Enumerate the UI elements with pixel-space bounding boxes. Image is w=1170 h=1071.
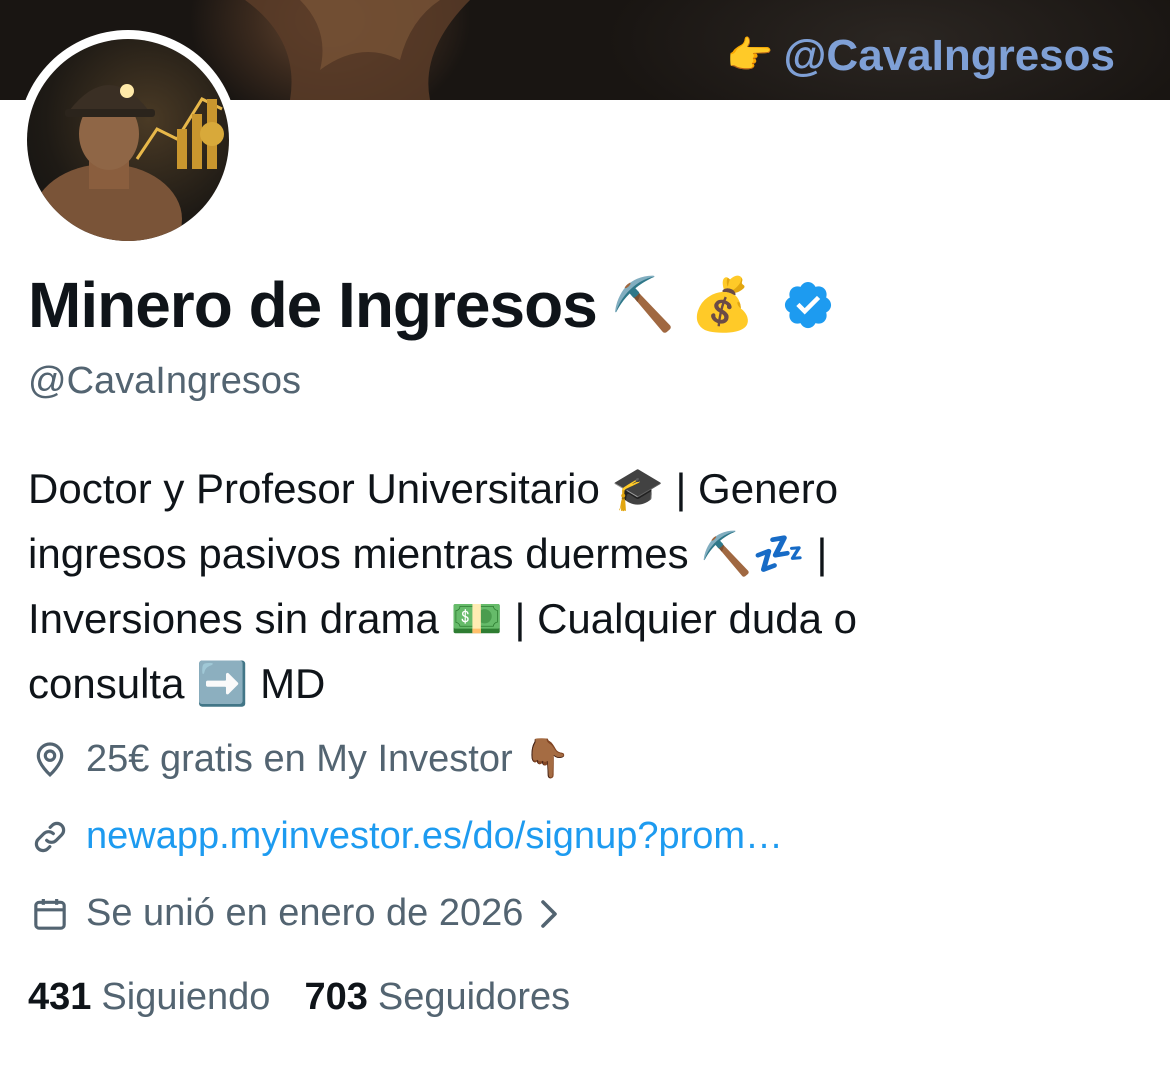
bio-line: Inversiones sin drama 💵 | Cualquier duda… — [28, 595, 857, 642]
name-row: Minero de Ingresos ⛏️ 💰 — [28, 268, 835, 342]
location-text: 25€ gratis en My Investor 👇🏾 — [86, 738, 571, 780]
website-row[interactable]: newapp.myinvestor.es/do/signup?prom… — [30, 815, 783, 858]
followers-count: 703 — [304, 976, 368, 1018]
avatar[interactable] — [18, 30, 238, 250]
followers-link[interactable]: 703 Seguidores — [304, 976, 570, 1019]
bio-line: consulta ➡️ MD — [28, 660, 326, 707]
joined-text: Se unió en enero de 2026 — [86, 892, 524, 934]
link-icon — [34, 821, 66, 852]
following-label: Siguiendo — [101, 976, 271, 1018]
follow-stats: 431 Siguiendo 703 Seguidores — [28, 976, 570, 1019]
banner-handle: 👉 @CavaIngresos — [726, 31, 1115, 81]
map-pin-icon — [36, 742, 64, 777]
followers-label: Seguidores — [377, 976, 571, 1018]
website-link[interactable]: newapp.myinvestor.es/do/signup?prom… — [86, 815, 783, 858]
joined-row[interactable]: Se unió en enero de 2026 — [30, 892, 561, 935]
banner-handle-text: @CavaIngresos — [783, 31, 1115, 80]
display-name: Minero de Ingresos — [28, 269, 598, 341]
profile-handle: @CavaIngresos — [28, 360, 302, 402]
calendar-icon — [34, 898, 66, 930]
profile-bio: Doctor y Profesor Universitario 🎓 | Gene… — [28, 456, 1028, 716]
name-emojis: ⛏️ 💰 — [610, 276, 755, 334]
location-row: 25€ gratis en My Investor 👇🏾 — [30, 737, 571, 781]
following-link[interactable]: 431 Siguiendo — [28, 976, 270, 1019]
following-count: 431 — [28, 976, 92, 1018]
pointing-hand-icon: 👉 — [726, 35, 774, 77]
bio-line: ingresos pasivos mientras duermes ⛏️💤 | — [28, 530, 828, 577]
bio-line: Doctor y Profesor Universitario 🎓 | Gene… — [28, 465, 839, 512]
verified-badge-icon[interactable] — [781, 278, 835, 332]
avatar-image — [27, 39, 229, 241]
chevron-right-icon[interactable] — [537, 899, 561, 929]
